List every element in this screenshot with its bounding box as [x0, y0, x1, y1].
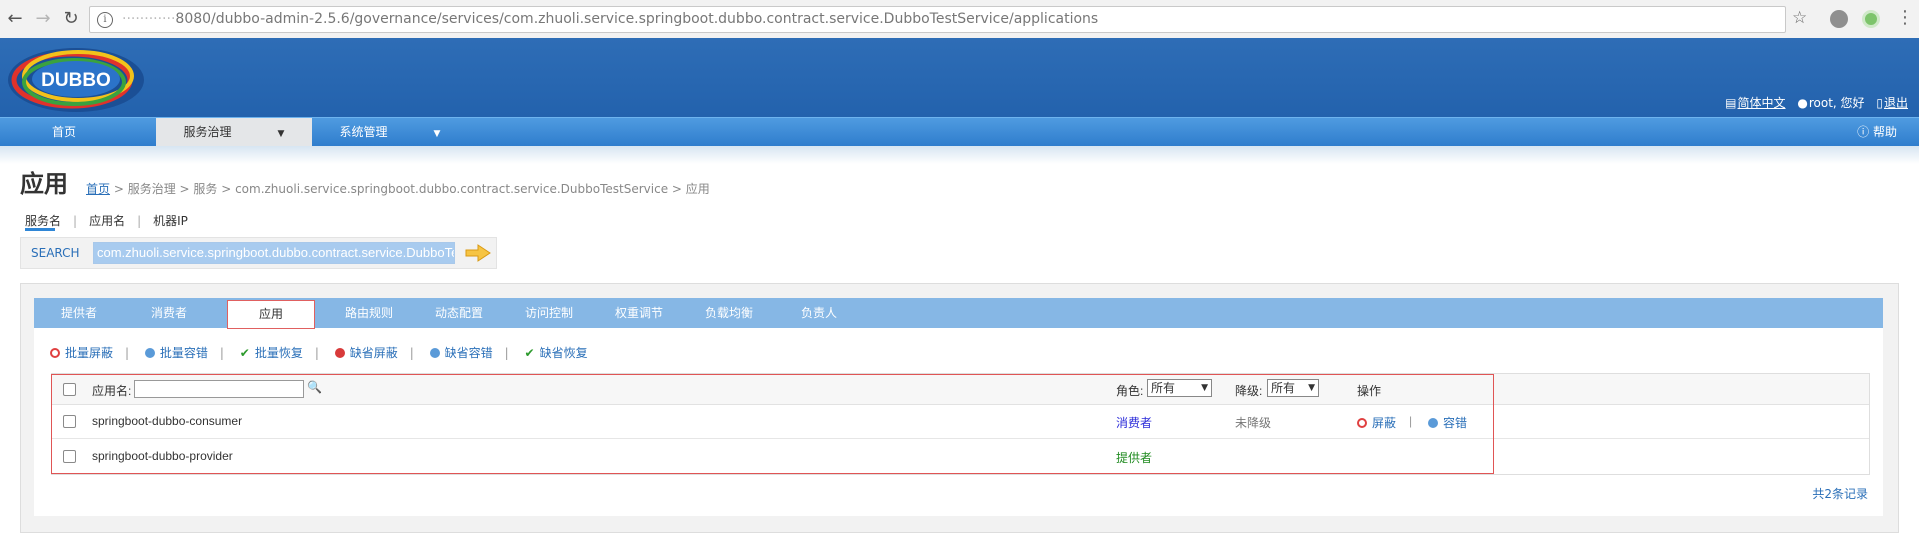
logout-link[interactable]: 退出	[1884, 96, 1908, 110]
total-records: 共2条记录	[1812, 487, 1868, 501]
svg-text:DUBBO: DUBBO	[41, 70, 111, 91]
chevron-down-icon: ▼	[433, 129, 441, 139]
help-label: 帮助	[1872, 125, 1897, 139]
default-restore-button[interactable]: ✔ 缺省恢复	[525, 344, 588, 361]
reload-icon[interactable]: ↻	[60, 8, 82, 30]
logout-icon: ▯	[1876, 96, 1883, 110]
info-icon[interactable]: i	[97, 12, 113, 28]
url-text[interactable]: ············8080/dubbo-admin-2.5.6/gover…	[122, 11, 1098, 27]
nav-system-management-label: 系统管理	[339, 125, 388, 139]
default-tolerance-label: 缺省容错	[444, 346, 493, 360]
default-block-button[interactable]: 缺省屏蔽	[334, 344, 398, 361]
default-block-label: 缺省屏蔽	[349, 346, 398, 360]
browser-toolbar: ← → ↻ i ············8080/dubbo-admin-2.5…	[0, 0, 1919, 39]
app-header	[0, 38, 1919, 117]
extension-icon[interactable]	[1862, 10, 1880, 28]
dubbo-logo: DUBBO	[8, 48, 144, 112]
help-link[interactable]: ⓘ 帮助	[1857, 118, 1897, 146]
search-go-arrow-icon[interactable]	[465, 244, 491, 262]
breadcrumb: 首页 > 服务治理 > 服务 > com.zhuoli.service.spri…	[86, 180, 710, 197]
detail-tabbar: 提供者 消费者 应用 路由规则 动态配置 访问控制 权重调节 负载均衡 负责人	[34, 298, 1883, 329]
batch-block-button[interactable]: 批量屏蔽	[50, 344, 113, 361]
tab-load-balance[interactable]: 负载均衡	[684, 298, 774, 328]
help-icon: ⓘ	[1857, 125, 1870, 139]
nav-subbar	[0, 146, 1919, 164]
separator: |	[314, 346, 319, 360]
tab-providers[interactable]: 提供者	[34, 298, 124, 328]
tab-access-control[interactable]: 访问控制	[504, 298, 594, 328]
back-icon[interactable]: ←	[4, 8, 26, 30]
nav-service-governance[interactable]: 服务治理 ▼	[156, 118, 312, 146]
separator: |	[125, 346, 130, 360]
search-label: SEARCH	[31, 246, 80, 260]
batch-restore-label: 批量恢复	[254, 346, 303, 360]
tab-weight[interactable]: 权重调节	[594, 298, 684, 328]
header-links: ▤简体中文 ●root, 您好 ▯退出	[1717, 94, 1908, 111]
breadcrumb-path: > 服务治理 > 服务 > com.zhuoli.service.springb…	[110, 182, 710, 196]
batch-block-label: 批量屏蔽	[65, 346, 114, 360]
search-input[interactable]: com.zhuoli.service.springboot.dubbo.cont…	[93, 242, 455, 264]
address-bar[interactable]: i ············8080/dubbo-admin-2.5.6/gov…	[89, 6, 1786, 33]
nav-service-governance-label: 服务治理	[183, 125, 232, 139]
search-box: SEARCH com.zhuoli.service.springboot.dub…	[20, 237, 497, 269]
browser-menu-icon[interactable]: ⋮	[1896, 8, 1914, 28]
breadcrumb-home-link[interactable]: 首页	[86, 182, 110, 196]
user-icon: ●	[1797, 96, 1808, 110]
block-icon	[50, 348, 60, 358]
default-tolerance-button[interactable]: 缺省容错	[429, 344, 493, 361]
tab-routes[interactable]: 路由规则	[324, 298, 414, 328]
search-tab-ip[interactable]: 机器IP	[153, 214, 188, 228]
page-title: 应用	[20, 170, 68, 198]
separator: |	[219, 346, 224, 360]
abp-extension-icon[interactable]	[1830, 10, 1848, 28]
batch-actions: 批量屏蔽 | 批量容错 | ✔ 批量恢复 | 缺省屏蔽 | 缺省容错 | ✔ 缺省恢复	[50, 344, 588, 361]
tab-applications[interactable]: 应用	[227, 300, 315, 329]
user-greeting: root, 您好	[1808, 96, 1865, 110]
separator: |	[504, 346, 509, 360]
tolerance-icon	[144, 348, 155, 358]
check-icon: ✔	[239, 346, 250, 360]
batch-restore-button[interactable]: ✔ 批量恢复	[240, 344, 303, 361]
main-nav: 首页 服务治理 ▼ 系统管理 ▼ ⓘ 帮助	[0, 117, 1919, 146]
check-icon: ✔	[524, 346, 535, 360]
tab-dynamic-config[interactable]: 动态配置	[414, 298, 504, 328]
nav-home[interactable]: 首页	[0, 118, 128, 146]
forward-icon[interactable]: →	[32, 8, 54, 30]
batch-tolerance-button[interactable]: 批量容错	[144, 344, 208, 361]
language-link[interactable]: 简体中文	[1738, 96, 1786, 110]
default-restore-label: 缺省恢复	[539, 346, 588, 360]
search-tab-app[interactable]: 应用名	[89, 214, 125, 228]
separator: |	[137, 214, 142, 228]
tolerance-icon	[429, 348, 440, 358]
chevron-down-icon: ▼	[277, 129, 285, 139]
nav-system-management[interactable]: 系统管理 ▼	[312, 118, 468, 146]
batch-tolerance-label: 批量容错	[159, 346, 208, 360]
separator: |	[73, 214, 78, 228]
search-tab-service[interactable]: 服务名	[25, 214, 61, 228]
separator: |	[409, 346, 414, 360]
close-circle-icon	[334, 348, 345, 358]
tab-owners[interactable]: 负责人	[774, 298, 864, 328]
bookmark-star-icon[interactable]: ☆	[1792, 8, 1807, 28]
tab-consumers[interactable]: 消费者	[124, 298, 214, 328]
doc-icon: ▤	[1725, 96, 1737, 110]
search-type-tabs: 服务名 | 应用名 | 机器IP	[25, 212, 188, 229]
search-tab-underline	[25, 228, 55, 231]
highlight-annotation	[51, 374, 1494, 474]
